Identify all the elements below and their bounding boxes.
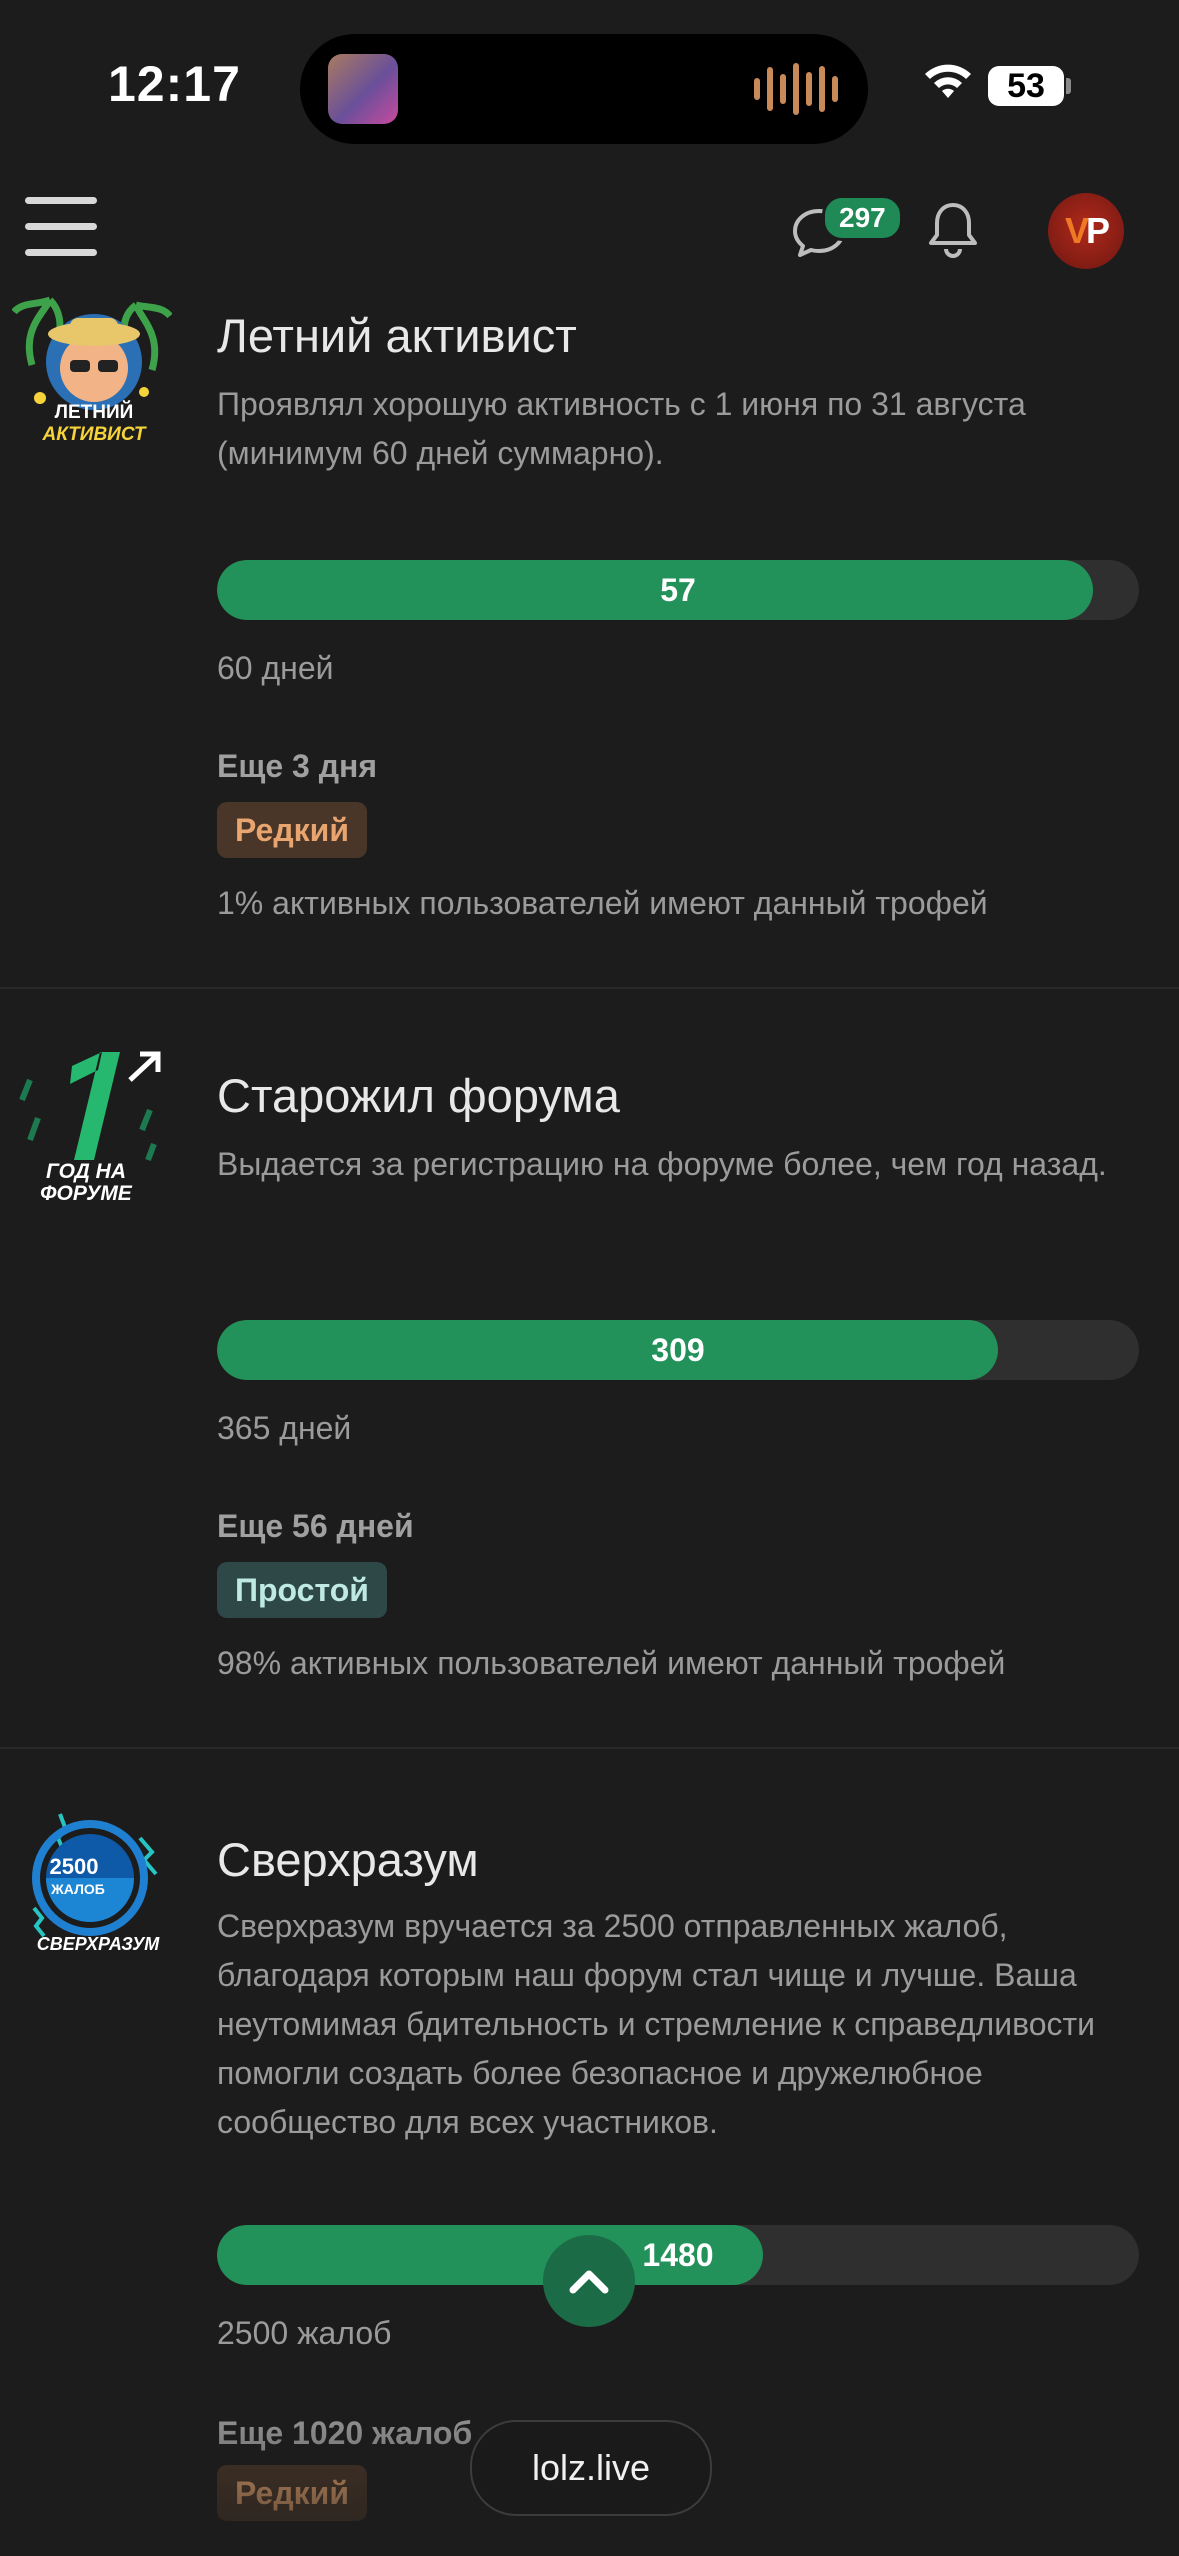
trophy-icon-text: ФОРУМЕ — [40, 1182, 133, 1200]
progress-value: 309 — [651, 1332, 705, 1368]
supermind-trophy-icon: 2500 ЖАЛОБ СВЕРХРАЗУМ — [32, 1813, 161, 1954]
divider — [0, 987, 1179, 989]
progress-value: 1480 — [642, 2237, 714, 2273]
trophy-title: Сверхразум — [217, 1833, 479, 1886]
trophy-share: 1% активных пользователей имеют данный т… — [217, 885, 988, 921]
wifi-icon — [925, 64, 971, 98]
trophy-icon-text: ГОД НА — [46, 1160, 126, 1183]
battery-indicator: 53 — [988, 66, 1064, 106]
app-header: 297 VP — [0, 175, 1179, 285]
battery-tip — [1066, 78, 1071, 94]
trophy-icon-text: АКТИВИСТ — [42, 424, 147, 445]
trophy-description: Выдается за регистрацию на форуме более,… — [217, 1146, 1107, 1182]
trophy-goal: 2500 жалоб — [217, 2315, 392, 2351]
status-time: 12:17 — [108, 56, 241, 112]
avatar[interactable]: VP — [1048, 193, 1124, 269]
divider — [0, 1747, 1179, 1749]
trophy-remaining: Еще 1020 жалоб — [217, 2415, 473, 2451]
rarity-badge: Редкий — [217, 2465, 368, 2521]
audio-waveform-icon — [754, 62, 838, 116]
battery-level: 53 — [1007, 67, 1045, 105]
trophy-progress-bar: 1480 — [217, 2225, 1139, 2285]
site-address-pill[interactable]: lolz.live — [470, 2420, 712, 2516]
trophy-icon-text: ЛЕТНИЙ — [55, 401, 134, 423]
trophy-icon-text: СВЕРХРАЗУМ — [37, 1934, 161, 1954]
one-year-trophy-icon: ГОД НА ФОРУМЕ — [19, 1051, 161, 1200]
bell-icon[interactable] — [925, 199, 981, 259]
trophy-description: Проявлял хорошую активность с 1 июня по … — [217, 386, 1026, 471]
trophy-title: Летний активист — [217, 309, 577, 362]
rarity-badge: Редкий — [217, 802, 368, 858]
menu-icon[interactable] — [25, 197, 97, 257]
summer-activist-trophy-icon: ЛЕТНИЙ АКТИВИСТ — [12, 296, 172, 445]
scroll-to-top-button[interactable] — [543, 2235, 635, 2327]
trophy-remaining: Еще 56 дней — [217, 1508, 414, 1544]
trophy-goal: 60 дней — [217, 650, 334, 686]
status-bar: 12:17 53 — [0, 0, 1179, 175]
progress-value: 57 — [660, 572, 696, 608]
now-playing-artwork — [328, 54, 398, 124]
chat-badge: 297 — [822, 195, 903, 241]
trophy-description: Сверхразум вручается за 2500 отправленны… — [217, 1908, 1096, 2140]
trophy-progress-bar: 309 — [217, 1320, 1139, 1380]
rarity-badge: Простой — [217, 1562, 387, 1618]
trophy-icon-text: 2500 — [50, 1854, 99, 1879]
trophy-goal: 365 дней — [217, 1410, 352, 1446]
trophy-progress-bar: 57 — [217, 560, 1139, 620]
trophy-title: Старожил форума — [217, 1069, 620, 1122]
trophy-share: 98% активных пользователей имеют данный … — [217, 1645, 1006, 1681]
trophy-icon-text: ЖАЛОБ — [50, 1881, 105, 1897]
chevron-up-icon — [569, 2270, 609, 2294]
trophy-remaining: Еще 3 дня — [217, 748, 378, 784]
dynamic-island[interactable] — [300, 34, 868, 144]
